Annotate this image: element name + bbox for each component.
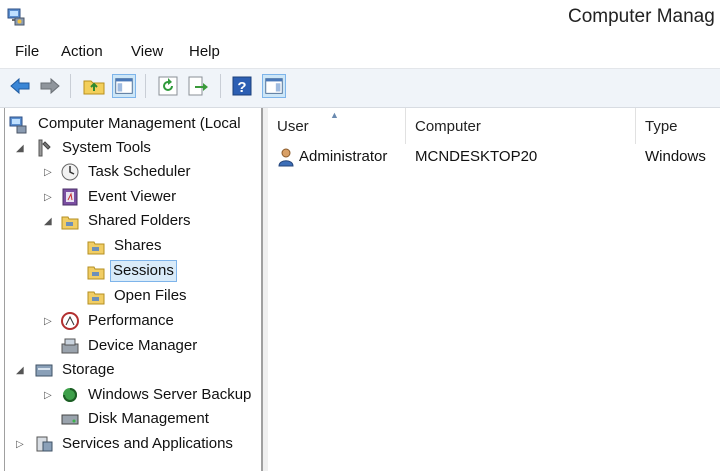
toolbar-separator <box>70 74 71 98</box>
sort-ascending-icon: ▲ <box>330 110 339 120</box>
tree-label: Event Viewer <box>88 188 177 205</box>
computer-management-icon <box>7 8 25 26</box>
action-pane-icon <box>265 78 283 94</box>
export-icon <box>188 76 208 96</box>
toolbar <box>0 68 720 108</box>
toolbar-separator <box>220 74 221 98</box>
arrow-left-icon <box>10 77 30 95</box>
title-bar: Computer Manag <box>0 0 720 38</box>
tree-label: Task Scheduler <box>88 163 191 180</box>
expand-arrow-icon[interactable]: ▷ <box>44 317 54 327</box>
shared-folder-icon <box>87 266 105 280</box>
cell-computer: MCNDESKTOP20 <box>415 148 538 165</box>
expand-arrow-icon[interactable]: ▷ <box>16 440 26 450</box>
expand-arrow-icon[interactable]: ▷ <box>44 193 54 203</box>
tree-label: Services and Applications <box>62 435 233 452</box>
shared-folder-icon <box>61 216 79 230</box>
user-icon <box>278 148 294 167</box>
computer-management-icon <box>9 116 27 134</box>
tree-label: Disk Management <box>88 410 209 427</box>
device-manager-icon <box>61 338 79 354</box>
clock-icon <box>61 163 79 181</box>
show-hide-action-pane-button[interactable] <box>262 74 286 98</box>
tree-label: Device Manager <box>88 337 198 354</box>
help-button[interactable]: ? <box>230 74 254 98</box>
collapse-arrow-icon[interactable]: ◢ <box>16 144 26 154</box>
tree-label: Performance <box>88 312 174 329</box>
folder-up-icon <box>83 80 105 95</box>
menu-view[interactable]: View <box>131 43 163 60</box>
help-icon: ? <box>232 76 252 96</box>
menu-file[interactable]: File <box>15 43 39 60</box>
tree-label: Shares <box>114 237 162 254</box>
services-icon <box>36 436 53 452</box>
column-header-type[interactable]: Type <box>636 108 720 144</box>
menu-bar <box>0 38 720 66</box>
expand-arrow-icon[interactable]: ▷ <box>44 391 54 401</box>
shared-folder-icon <box>87 241 105 255</box>
disk-management-icon <box>61 414 79 425</box>
event-viewer-icon <box>62 188 78 206</box>
refresh-icon <box>158 76 178 96</box>
expand-arrow-icon[interactable]: ▷ <box>44 168 54 178</box>
tree-label: Windows Server Backup <box>88 386 252 403</box>
arrow-right-icon <box>40 77 60 95</box>
toolbar-separator <box>145 74 146 98</box>
console-tree-icon <box>115 78 133 94</box>
storage-icon <box>35 364 53 377</box>
menu-action[interactable]: Action <box>61 43 103 60</box>
forward-button[interactable] <box>38 74 62 98</box>
tree-label: Storage <box>62 361 115 378</box>
back-button[interactable] <box>8 74 32 98</box>
menu-help[interactable]: Help <box>189 43 220 60</box>
up-one-level-button[interactable] <box>82 74 106 98</box>
cell-type: Windows <box>645 148 706 165</box>
export-list-button[interactable] <box>186 74 210 98</box>
tree-label: Computer Management (Local <box>38 115 241 132</box>
shared-folder-icon <box>87 291 105 305</box>
backup-icon <box>63 388 77 402</box>
collapse-arrow-icon[interactable]: ◢ <box>44 217 54 227</box>
cell-user: Administrator <box>299 148 388 165</box>
column-header-computer[interactable]: Computer <box>406 108 636 144</box>
system-tools-icon <box>38 139 51 157</box>
performance-icon <box>61 312 79 330</box>
tree-label: Sessions <box>110 260 177 282</box>
show-hide-console-tree-button[interactable] <box>112 74 136 98</box>
collapse-arrow-icon[interactable]: ◢ <box>16 366 26 376</box>
svg-text:?: ? <box>237 79 246 96</box>
tree-label: Open Files <box>114 287 187 304</box>
tree-label: System Tools <box>62 139 151 156</box>
refresh-button[interactable] <box>156 74 180 98</box>
tree-label: Shared Folders <box>88 212 191 229</box>
window-title: Computer Manag <box>568 6 715 27</box>
